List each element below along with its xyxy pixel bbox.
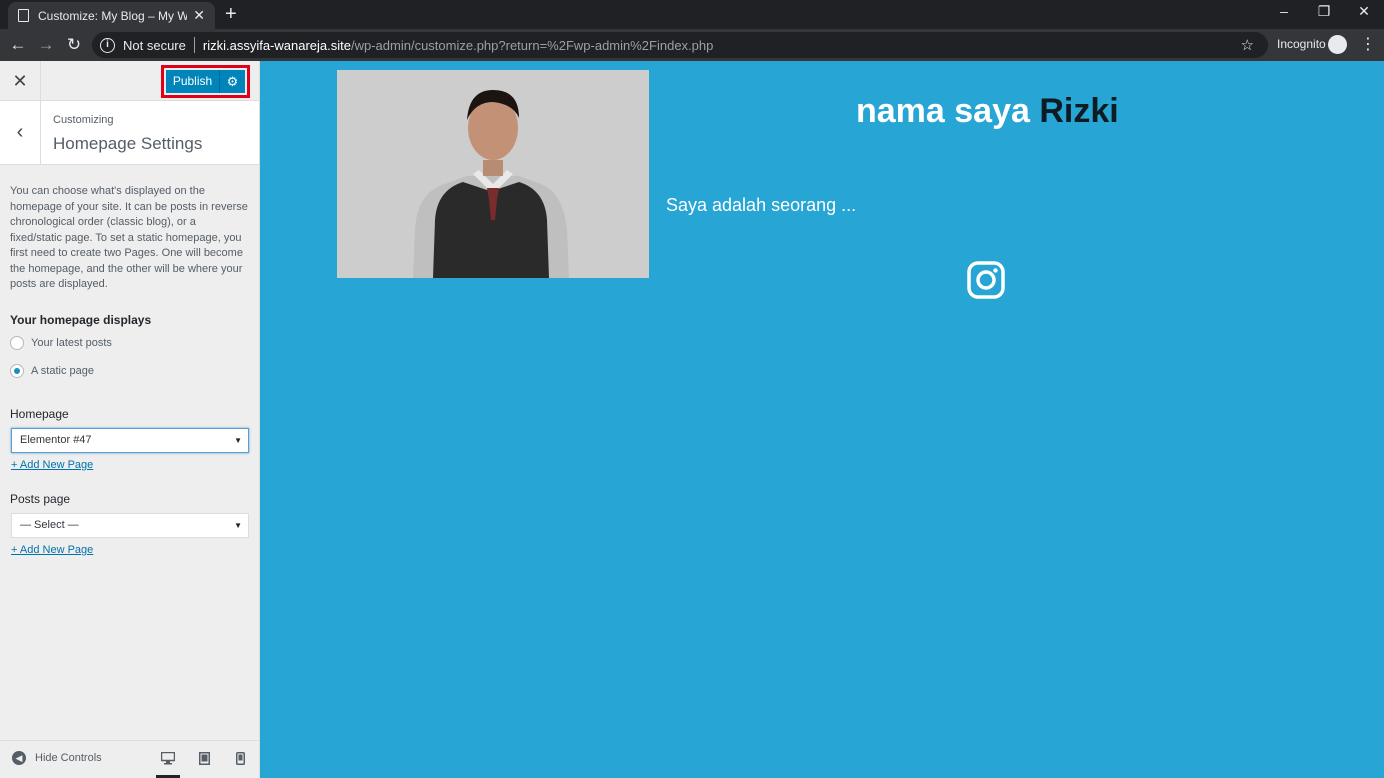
tab-close-icon[interactable]: ✕ [193, 7, 205, 24]
tablet-preview-icon[interactable] [192, 750, 216, 770]
window-close-icon[interactable]: ✕ [1354, 3, 1374, 20]
tagline: Saya adalah seorang ... [666, 195, 857, 215]
info-icon[interactable]: i [100, 37, 115, 53]
security-label: Not secure [123, 37, 186, 53]
homepage-select[interactable]: Elementor #47 ▼ [11, 428, 249, 453]
posts-page-select[interactable]: — Select — ▼ [11, 513, 249, 538]
heading-part-1: nama saya [856, 92, 1030, 130]
mobile-preview-icon[interactable] [228, 750, 252, 770]
address-bar[interactable]: i Not secure rizki.assyifa-wanareja.site… [92, 32, 1268, 58]
browser-tab[interactable]: Customize: My Blog – My WordP ✕ [8, 2, 215, 29]
menu-icon[interactable]: ⋮ [1360, 34, 1376, 54]
browser-titlebar: Customize: My Blog – My WordP ✕ + – ❐ ✕ [0, 0, 1384, 29]
posts-page-select-value: — Select — [20, 519, 79, 531]
restore-icon[interactable]: ❐ [1314, 3, 1334, 20]
reload-icon[interactable]: ↻ [64, 35, 84, 55]
tab-title: Customize: My Blog – My WordP [38, 8, 188, 23]
hide-controls-label: Hide Controls [35, 752, 102, 764]
collapse-icon: ◀ [12, 751, 26, 765]
url-host: rizki.assyifa-wanareja.site [202, 37, 351, 53]
radio-label: A static page [31, 365, 94, 377]
posts-page-label: Posts page [10, 492, 71, 506]
page-icon [18, 9, 29, 22]
section-description: You can choose what's displayed on the h… [10, 185, 248, 290]
back-icon[interactable]: ← [8, 35, 28, 55]
divider [193, 37, 195, 53]
add-new-page-link[interactable]: + Add New Page [11, 544, 93, 556]
incognito-icon[interactable] [1328, 35, 1347, 54]
site-preview: nama saya Rizki Saya adalah seorang ... [260, 61, 1384, 778]
dropdown-arrow-icon: ▼ [234, 521, 242, 530]
site-heading: nama saya Rizki [856, 92, 1119, 131]
profile-photo [337, 70, 649, 278]
publish-settings-gear-icon[interactable]: ⚙ [220, 70, 245, 93]
radio-label: Your latest posts [31, 337, 112, 349]
incognito-label: Incognito [1277, 37, 1326, 51]
new-tab-icon[interactable]: + [225, 3, 237, 25]
breadcrumb: Customizing [53, 114, 114, 126]
forward-icon[interactable]: → [36, 35, 56, 55]
instagram-icon[interactable] [966, 260, 1006, 300]
add-new-page-link[interactable]: + Add New Page [11, 459, 93, 471]
radio-latest-posts[interactable]: Your latest posts [10, 336, 112, 350]
back-chevron-icon[interactable]: ‹ [0, 101, 41, 164]
section-header: ‹ Customizing Homepage Settings [0, 101, 259, 165]
publish-highlight: Publish ⚙ [161, 65, 250, 98]
section-title: Homepage Settings [53, 134, 203, 153]
radio-button[interactable] [10, 336, 24, 350]
minimize-icon[interactable]: – [1274, 3, 1294, 19]
url-path: /wp-admin/customize.php?return=%2Fwp-adm… [350, 37, 714, 53]
radio-static-page[interactable]: A static page [10, 364, 94, 378]
customizer-header: ✕ Publish ⚙ [0, 61, 259, 101]
customizer-footer: ◀ Hide Controls [0, 740, 259, 778]
radio-button[interactable] [10, 364, 24, 378]
homepage-displays-label: Your homepage displays [10, 313, 152, 327]
bookmark-star-icon[interactable]: ☆ [1241, 36, 1254, 54]
hide-controls-button[interactable]: ◀ Hide Controls [12, 751, 102, 765]
close-customizer-icon[interactable]: ✕ [0, 61, 41, 101]
browser-toolbar: ← → ↻ i Not secure rizki.assyifa-wanarej… [0, 29, 1384, 61]
homepage-label: Homepage [10, 407, 69, 421]
publish-button[interactable]: Publish [166, 70, 220, 93]
heading-part-2: Rizki [1039, 92, 1119, 130]
homepage-select-value: Elementor #47 [20, 434, 92, 446]
desktop-preview-icon[interactable] [156, 750, 180, 778]
customizer-sidebar: ✕ Publish ⚙ ‹ Customizing Homepage Setti… [0, 61, 260, 778]
dropdown-arrow-icon: ▼ [234, 436, 242, 445]
